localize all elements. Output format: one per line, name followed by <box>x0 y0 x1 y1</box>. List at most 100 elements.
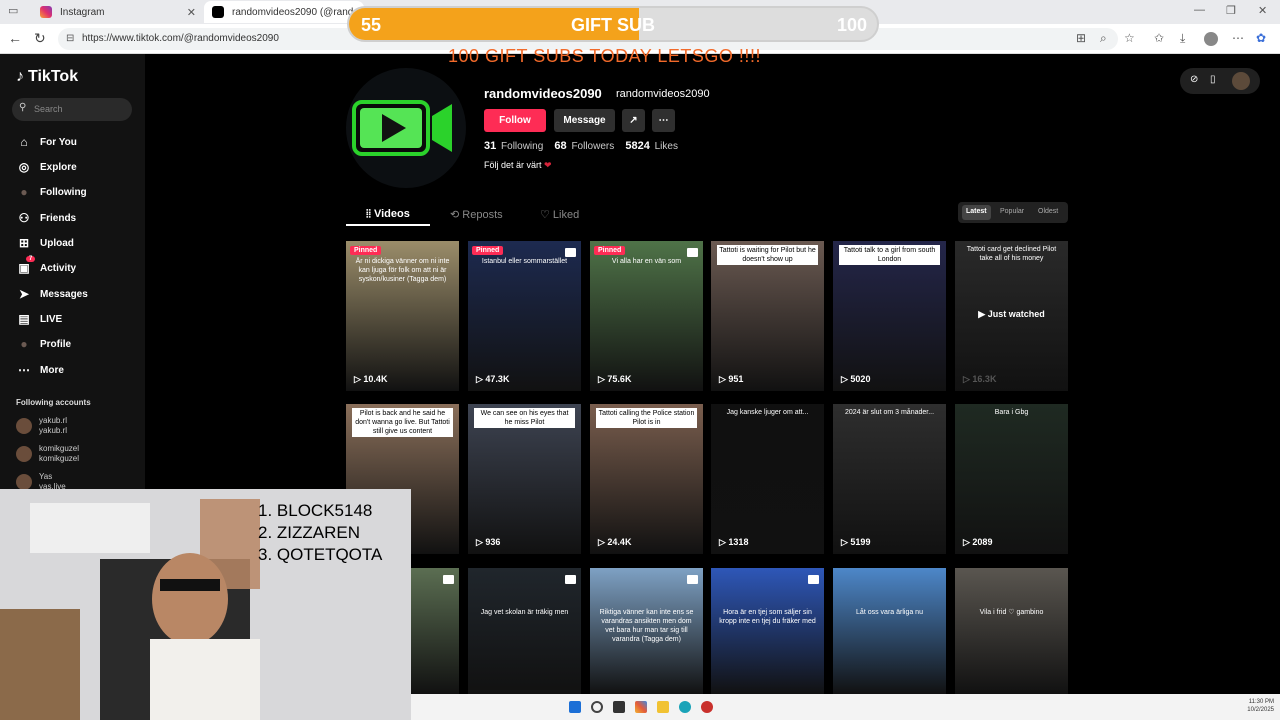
widgets-icon[interactable] <box>635 701 647 713</box>
favorite-icon[interactable]: ☆ <box>1124 31 1135 45</box>
video-card[interactable]: Pinned Är ni dickiga vänner om ni inte ka… <box>346 241 459 391</box>
sidebar-item-activity[interactable]: ▣ Activity 7 <box>16 256 76 276</box>
user-avatar[interactable] <box>1204 32 1218 46</box>
tab-videos-label: Videos <box>373 208 410 220</box>
video-card[interactable]: Bara i Gbg ▷ 2089 <box>955 404 1068 554</box>
search-placeholder: Search <box>34 104 63 114</box>
edge-icon[interactable] <box>679 701 691 713</box>
sidebar-item-messages[interactable]: ➤ Messages <box>16 286 88 302</box>
logo-text: TikTok <box>28 68 79 85</box>
video-card[interactable]: 2024 är slut om 3 månader... ▷ 5199 <box>833 404 946 554</box>
start-icon[interactable] <box>569 701 581 713</box>
tab-tiktok[interactable]: randomvideos2090 (@randomvi <box>204 1 364 23</box>
sidebar-item-more[interactable]: ⋯ More <box>16 362 64 378</box>
tiktok-logo[interactable]: ♪ TikTok <box>16 68 78 86</box>
app-icon[interactable] <box>701 701 713 713</box>
search-icon: ⚲ <box>19 102 27 113</box>
account-name: komikguzel <box>39 444 80 453</box>
just-watched-text: Just watched <box>987 309 1045 319</box>
sidebar-item-label: Following <box>40 186 87 198</box>
upload-icon: ⊞ <box>18 236 30 250</box>
video-card[interactable]: Låt oss vara ärliga nu <box>833 568 946 694</box>
more-options-icon[interactable]: ⋯ <box>652 109 675 132</box>
play-icon: ▷ <box>476 537 486 547</box>
profile-avatar[interactable] <box>346 68 466 188</box>
maximize-icon[interactable]: ❐ <box>1226 4 1236 17</box>
sidebar: ♪ TikTok ⚲ Search ⌂ For You ◎ Explore ● Follo… <box>0 54 145 491</box>
followers-label[interactable]: Followers <box>571 141 614 152</box>
collections-icon[interactable]: ✩ <box>1154 31 1164 45</box>
play-icon: ▷ <box>963 537 973 547</box>
tab-actions-icon[interactable]: ▭ <box>8 4 18 17</box>
following-account[interactable]: yakub.rl yakub.rl <box>16 416 67 436</box>
video-card[interactable]: Tattoti calling the Police station Pilot… <box>590 404 703 554</box>
video-card[interactable]: Pinned Istanbul eller sommarstället ▷ 47.3… <box>468 241 581 391</box>
message-button[interactable]: Message <box>554 109 615 132</box>
view-count: ▷ 75.6K <box>598 374 631 385</box>
task-view-icon[interactable] <box>613 701 625 713</box>
tab-liked[interactable]: ♡ Liked <box>540 208 579 221</box>
sidebar-item-explore[interactable]: ◎ Explore <box>16 159 77 175</box>
view-count: ▷ 47.3K <box>476 374 509 385</box>
close-tab-icon[interactable]: ✕ <box>187 6 196 19</box>
photo-icon <box>565 248 576 257</box>
coin-icon[interactable]: ⊘ <box>1190 74 1198 85</box>
leaderboard-entry: 3. QOTETQOTA <box>258 545 383 564</box>
video-caption: Pilot is back and he said he don't wanna… <box>352 408 453 437</box>
play-icon: ▷ <box>476 374 486 384</box>
app-icon[interactable]: ⊞ <box>1076 31 1086 45</box>
video-card[interactable]: Tattoti talk to a girl from south London… <box>833 241 946 391</box>
close-window-icon[interactable]: ✕ <box>1258 4 1267 17</box>
following-account[interactable]: komikguzel komikguzel <box>16 444 79 464</box>
video-caption: Jag vet skolan är träkig men <box>480 609 569 616</box>
video-card[interactable]: Riktiga vänner kan inte ens se varandras… <box>590 568 703 694</box>
account-name: yakub.rl <box>39 416 68 425</box>
video-caption: Vila i frid ♡ gambino <box>979 609 1044 616</box>
video-card[interactable]: Vila i frid ♡ gambino <box>955 568 1068 694</box>
tab-instagram[interactable]: Instagram ✕ <box>32 1 204 23</box>
sidebar-item-for-you[interactable]: ⌂ For You <box>16 134 76 150</box>
top-right-controls: ⊘ ▯ <box>1180 68 1260 94</box>
downloads-icon[interactable]: ⤓ <box>1180 31 1185 46</box>
view-count-text: 936 <box>485 537 501 547</box>
file-explorer-icon[interactable] <box>657 701 669 713</box>
sidebar-item-profile[interactable]: ● Profile <box>16 336 71 352</box>
search-icon[interactable] <box>591 701 603 713</box>
account-name: Yas <box>39 472 53 481</box>
sort-latest[interactable]: Latest <box>962 205 991 220</box>
zoom-icon[interactable]: ⌕ <box>1100 31 1107 46</box>
device-icon[interactable]: ▯ <box>1210 74 1216 85</box>
minimize-icon[interactable]: — <box>1194 4 1205 16</box>
sidebar-item-live[interactable]: ▤ LIVE <box>16 311 62 327</box>
video-card[interactable]: Pinned Vi alla har en vän som ▷ 75.6K <box>590 241 703 391</box>
video-card[interactable]: Jag vet skolan är träkig men <box>468 568 581 694</box>
user-avatar[interactable] <box>1232 72 1250 90</box>
back-icon[interactable]: ← <box>8 30 22 46</box>
clock[interactable]: 11:30 PM 10/2/2025 <box>1247 698 1274 714</box>
profile-username: randomvideos2090 <box>616 88 710 100</box>
tab-reposts[interactable]: ⟲ Reposts <box>450 208 503 221</box>
video-card[interactable]: Hora är en tjej som säljer sin kropp int… <box>711 568 824 694</box>
menu-icon[interactable]: ⋯ <box>1232 31 1244 45</box>
video-card[interactable]: Jag kanske ljuger om att... ▷ 1318 <box>711 404 824 554</box>
video-card[interactable]: Tattoti card get declined Pilot take all… <box>955 241 1068 391</box>
site-info-icon[interactable]: ⊟ <box>66 33 74 44</box>
clock-date: 10/2/2025 <box>1247 707 1274 713</box>
view-count-text: 5199 <box>850 537 871 547</box>
search-input[interactable]: ⚲ Search <box>12 98 132 121</box>
sidebar-item-friends[interactable]: ⚇ Friends <box>16 210 77 226</box>
sidebar-item-upload[interactable]: ⊞ Upload <box>16 235 74 251</box>
sidebar-item-following[interactable]: ● Following <box>16 184 87 200</box>
follow-button[interactable]: Follow <box>484 109 546 132</box>
video-card[interactable]: We can see on his eyes that he miss Pilo… <box>468 404 581 554</box>
view-count: ▷ 24.4K <box>598 537 631 548</box>
sort-oldest[interactable]: Oldest <box>1034 205 1062 220</box>
share-icon[interactable]: ↗ <box>622 109 645 132</box>
copilot-icon[interactable]: ✿ <box>1256 31 1266 45</box>
video-card[interactable]: Tattoti is waiting for Pilot but he does… <box>711 241 824 391</box>
reload-icon[interactable]: ↻ <box>34 30 46 47</box>
following-label[interactable]: Following <box>501 141 543 152</box>
sort-popular[interactable]: Popular <box>996 205 1028 220</box>
leaderboard-entry: 1. BLOCK5148 <box>258 501 373 520</box>
tab-videos[interactable]: ⦙⦙ Videos <box>366 208 410 221</box>
